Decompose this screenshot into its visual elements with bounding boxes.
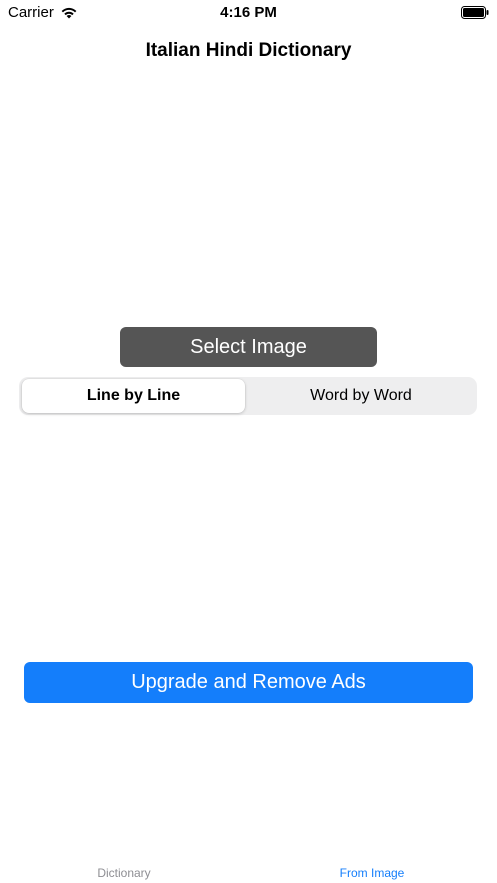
select-image-button[interactable]: Select Image (120, 327, 377, 367)
status-bar: Carrier 4:16 PM (0, 0, 497, 26)
segment-line-by-line-label: Line by Line (86, 387, 181, 404)
tab-bar: Dictionary From Image (0, 850, 497, 883)
segment-word-by-word[interactable]: Word by Word (248, 379, 474, 413)
upgrade-label: Upgrade and Remove Ads (131, 671, 366, 693)
page-title: Italian Hindi Dictionary (145, 40, 352, 61)
battery-icon (461, 6, 489, 19)
tab-from-image[interactable]: From Image (248, 866, 496, 880)
segment-word-by-word-label: Word by Word (310, 387, 412, 404)
upgrade-remove-ads-button[interactable]: Upgrade and Remove Ads (24, 662, 473, 703)
select-image-label: Select Image (190, 335, 307, 358)
mode-segmented-control: Line by Line Word by Word (19, 377, 477, 415)
segment-line-by-line[interactable]: Line by Line (22, 379, 245, 413)
tab-dictionary[interactable]: Dictionary (0, 866, 248, 880)
status-time: 4:16 PM (220, 4, 277, 21)
